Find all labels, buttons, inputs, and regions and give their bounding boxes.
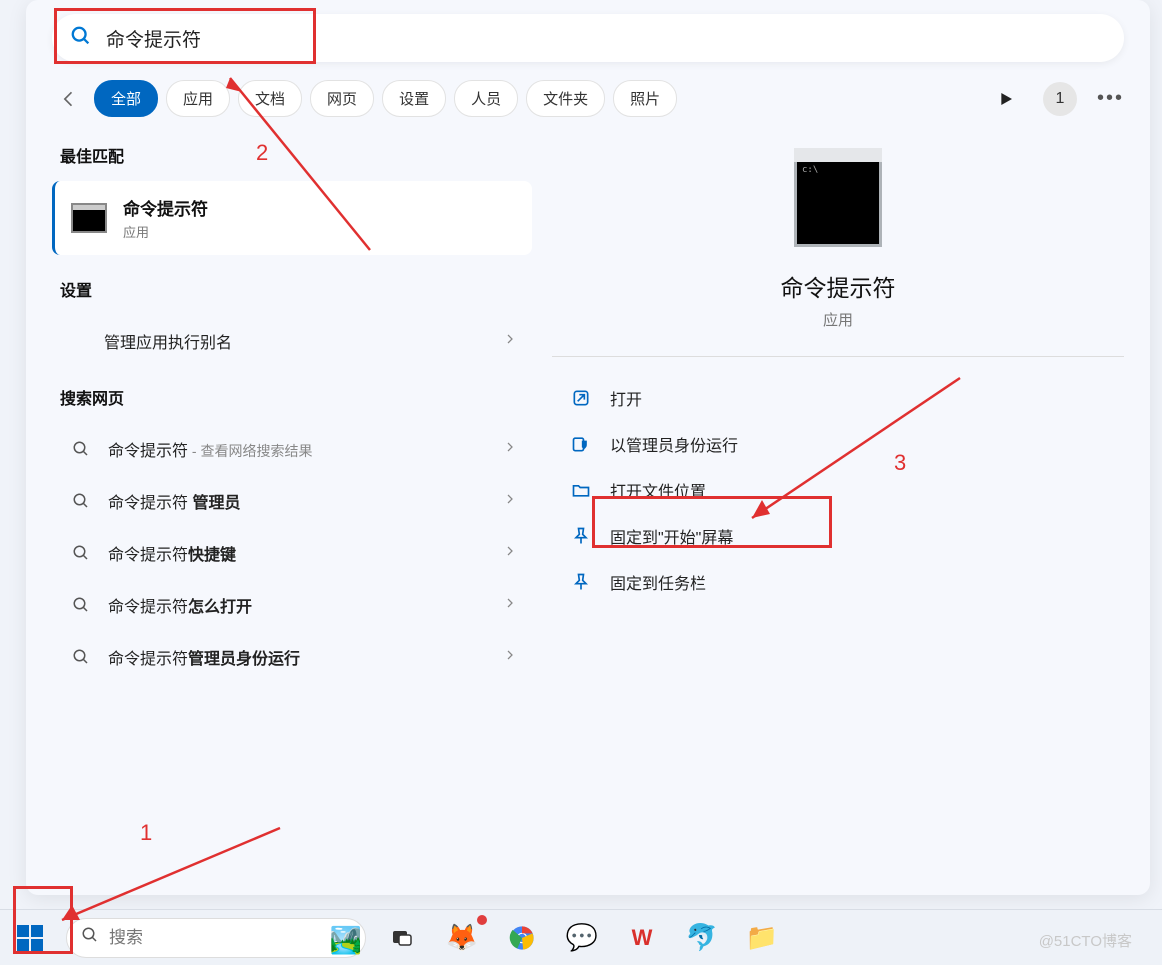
settings-item-label: 管理应用执行别名 [104, 329, 504, 353]
action-pin-taskbar[interactable]: 固定到任务栏 [552, 559, 1124, 605]
chevron-right-icon [504, 332, 516, 350]
best-match-item[interactable]: 命令提示符 应用 [52, 181, 532, 255]
taskbar-app-explorer[interactable]: 📁 [738, 916, 786, 960]
settings-item[interactable]: 管理应用执行别名 [52, 315, 532, 367]
taskview-button[interactable] [378, 916, 426, 960]
preview-title: 命令提示符 [552, 269, 1124, 303]
search-icon [68, 440, 94, 458]
taskbar-search-input[interactable] [109, 928, 351, 948]
web-item-3[interactable]: 命令提示符怎么打开 [52, 579, 532, 631]
back-button[interactable] [52, 82, 86, 116]
taskbar-search[interactable]: 🏞️ [66, 918, 366, 958]
chevron-right-icon [504, 492, 516, 510]
taskbar-app-chrome[interactable] [498, 916, 546, 960]
taskbar-app-wps[interactable]: W [618, 916, 666, 960]
shield-icon [570, 434, 592, 454]
scenery-icon: 🏞️ [330, 925, 362, 956]
filter-tabs: 全部 应用 文档 网页 设置 人员 文件夹 照片 1 ••• [26, 62, 1150, 117]
best-match-title: 命令提示符 [123, 195, 208, 220]
start-button[interactable] [6, 916, 54, 960]
taskbar-app-wechat[interactable]: 💬 [558, 916, 606, 960]
chevron-right-icon [504, 544, 516, 562]
preview-sub: 应用 [552, 309, 1124, 330]
chevron-right-icon [504, 440, 516, 458]
results-left: 最佳匹配 命令提示符 应用 设置 管理应用执行别名 搜索网页 命令提示符 - 查… [52, 135, 532, 683]
pin-icon [570, 572, 592, 592]
tab-people[interactable]: 人员 [454, 80, 518, 117]
search-icon [68, 648, 94, 666]
chevron-right-icon [504, 596, 516, 614]
play-icon[interactable] [989, 82, 1023, 116]
tab-apps[interactable]: 应用 [166, 80, 230, 117]
web-item-0[interactable]: 命令提示符 - 查看网络搜索结果 [52, 423, 532, 475]
web-item-1[interactable]: 命令提示符 管理员 [52, 475, 532, 527]
cmd-icon [71, 203, 107, 233]
search-bar[interactable] [52, 14, 1124, 62]
action-open[interactable]: 打开 [552, 375, 1124, 421]
folder-icon [570, 480, 592, 500]
notification-dot-icon [475, 913, 489, 927]
tab-folders[interactable]: 文件夹 [526, 80, 605, 117]
cmd-icon-large [794, 159, 882, 247]
web-item-4[interactable]: 命令提示符管理员身份运行 [52, 631, 532, 683]
web-item-2[interactable]: 命令提示符快捷键 [52, 527, 532, 579]
tab-web[interactable]: 网页 [310, 80, 374, 117]
tab-all[interactable]: 全部 [94, 80, 158, 117]
section-settings: 设置 [60, 277, 532, 301]
taskbar: 🏞️ 🦊 💬 W 🐬 📁 [0, 909, 1162, 965]
tab-photos[interactable]: 照片 [613, 80, 677, 117]
search-icon [68, 544, 94, 562]
taskbar-app-firefox[interactable]: 🦊 [438, 916, 486, 960]
taskbar-app-dolphin[interactable]: 🐬 [678, 916, 726, 960]
search-icon [70, 25, 92, 52]
preview-pane: 命令提示符 应用 打开 以管理员身份运行 打开文件位置 固定到"开始"屏幕 [552, 135, 1124, 683]
chevron-right-icon [504, 648, 516, 666]
search-panel: 全部 应用 文档 网页 设置 人员 文件夹 照片 1 ••• 最佳匹配 命令提示… [26, 0, 1150, 895]
watermark: @51CTO博客 [1039, 930, 1132, 951]
search-input[interactable] [106, 27, 1106, 49]
more-icon[interactable]: ••• [1097, 87, 1124, 110]
action-pin-start[interactable]: 固定到"开始"屏幕 [552, 513, 1124, 559]
search-icon [81, 926, 99, 949]
action-open-location[interactable]: 打开文件位置 [552, 467, 1124, 513]
search-icon [68, 596, 94, 614]
section-search-web: 搜索网页 [60, 385, 532, 409]
divider [552, 356, 1124, 357]
search-icon [68, 492, 94, 510]
windows-icon [17, 925, 43, 951]
wechat-icon: 💬 [566, 922, 598, 953]
firefox-icon: 🦊 [446, 922, 478, 953]
best-match-sub: 应用 [123, 222, 208, 241]
wps-icon: W [632, 925, 653, 951]
open-icon [570, 388, 592, 408]
tab-settings[interactable]: 设置 [382, 80, 446, 117]
pin-icon [570, 526, 592, 546]
chrome-icon [508, 924, 536, 952]
tab-docs[interactable]: 文档 [238, 80, 302, 117]
action-run-admin[interactable]: 以管理员身份运行 [552, 421, 1124, 467]
taskview-icon [390, 926, 414, 950]
section-best-match: 最佳匹配 [60, 143, 532, 167]
notification-badge[interactable]: 1 [1043, 82, 1077, 116]
folder-icon: 📁 [746, 922, 778, 953]
dolphin-icon: 🐬 [686, 922, 718, 953]
